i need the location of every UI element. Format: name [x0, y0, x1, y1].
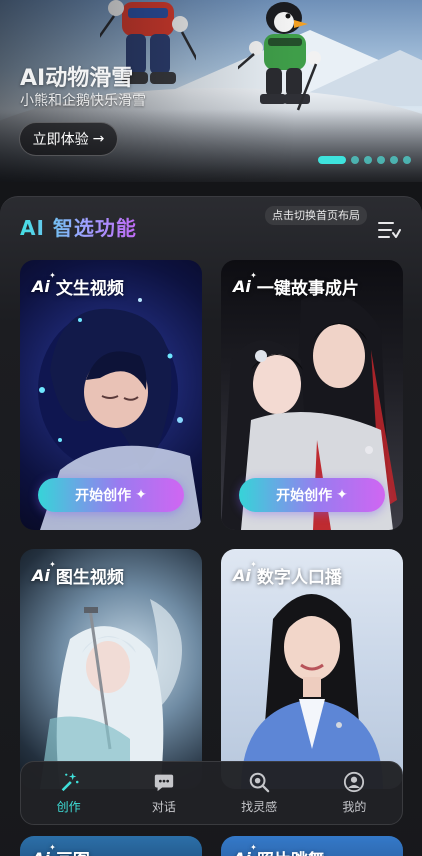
search-icon	[249, 772, 270, 793]
feature-card-image-to-video[interactable]: Ai 图生视频	[20, 549, 202, 789]
sparkle-icon: ✦	[135, 487, 147, 503]
feature-card-photo-dance[interactable]: Ai 照片跳舞	[221, 836, 403, 856]
carousel-dot-active[interactable]	[318, 156, 346, 164]
magic-wand-icon	[61, 772, 79, 792]
feature-card-story-film[interactable]: Ai 一键故事成片 开始创作 ✦	[221, 260, 403, 530]
card-label-row: Ai 图生视频	[32, 560, 124, 588]
hero-banner[interactable]: AI动物滑雪 小熊和企鹅快乐滑雪 立即体验 →	[0, 0, 422, 182]
card-title: 图生视频	[55, 568, 124, 588]
feature-card-draw[interactable]: Ai 画图	[20, 836, 202, 856]
layout-switch-icon[interactable]	[377, 218, 401, 242]
card-label-row: Ai 数字人口播	[233, 560, 342, 588]
carousel-dot[interactable]	[390, 156, 398, 164]
tab-profile[interactable]: 我的	[307, 762, 402, 824]
feature-card-text-to-video[interactable]: Ai 文生视频 开始创作 ✦	[20, 260, 202, 530]
feature-card-digital-human[interactable]: Ai 数字人口播	[221, 549, 403, 789]
card-label-row: Ai 文生视频	[32, 271, 124, 299]
ai-badge-icon: Ai	[32, 843, 56, 856]
ai-badge-icon: Ai	[233, 843, 257, 856]
ai-badge-icon: Ai	[32, 560, 56, 585]
carousel-dot[interactable]	[377, 156, 385, 164]
card-title: 数字人口播	[256, 568, 342, 588]
try-now-label: 立即体验	[32, 132, 89, 148]
tab-label-create: 创作	[56, 800, 81, 814]
ai-badge-icon: Ai	[32, 271, 56, 296]
ai-badge-icon: Ai	[233, 560, 257, 585]
arrow-right-icon: →	[92, 131, 105, 147]
tab-label-chat: 对话	[151, 800, 176, 814]
start-create-button[interactable]: 开始创作 ✦	[38, 478, 184, 512]
card-label-row: Ai 照片跳舞	[233, 843, 325, 856]
tab-label-inspiration: 找灵感	[241, 800, 278, 814]
section-title: AI 智选功能	[20, 212, 137, 241]
tab-chat[interactable]: 对话	[116, 762, 211, 824]
start-create-label: 开始创作	[276, 488, 333, 504]
chat-bubble-icon	[154, 774, 174, 792]
card-label-row: Ai 画图	[32, 843, 90, 856]
tab-label-profile: 我的	[342, 800, 367, 814]
card-title: 照片跳舞	[257, 846, 325, 856]
card-title: 画图	[56, 846, 90, 856]
layout-toggle-tooltip[interactable]: 点击切换首页布局	[265, 206, 367, 225]
start-create-label: 开始创作	[75, 488, 132, 504]
carousel-dot[interactable]	[364, 156, 372, 164]
card-title: 一键故事成片	[256, 279, 359, 299]
carousel-dot[interactable]	[351, 156, 359, 164]
ai-badge-icon: Ai	[233, 271, 257, 296]
card-title: 文生视频	[55, 279, 124, 299]
tab-create[interactable]: 创作	[21, 762, 116, 824]
sparkle-icon: ✦	[336, 487, 348, 503]
carousel-indicator[interactable]	[318, 156, 411, 164]
tab-inspiration[interactable]: 找灵感	[212, 762, 307, 824]
hero-title: AI动物滑雪	[20, 66, 134, 91]
try-now-button[interactable]: 立即体验 →	[19, 122, 118, 156]
hero-subtitle: 小熊和企鹅快乐滑雪	[20, 93, 146, 109]
card-label-row: Ai 一键故事成片	[233, 271, 359, 299]
profile-icon	[344, 771, 365, 793]
carousel-dot[interactable]	[403, 156, 411, 164]
bottom-tab-bar: 创作 对话 找灵感 我的	[20, 761, 403, 825]
start-create-button[interactable]: 开始创作 ✦	[239, 478, 385, 512]
